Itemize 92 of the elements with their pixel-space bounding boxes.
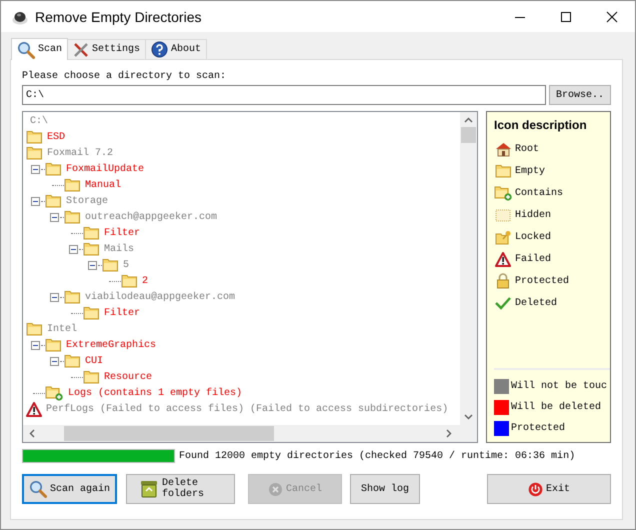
- scroll-up-icon[interactable]: [464, 117, 473, 123]
- key-folder-icon: [494, 230, 512, 244]
- tree-item[interactable]: 2: [142, 276, 148, 286]
- legend-label: Hidden: [515, 210, 552, 220]
- directory-field[interactable]: C:\: [22, 85, 546, 105]
- collapse-icon[interactable]: [88, 260, 97, 270]
- folder-icon: [83, 370, 100, 384]
- search-icon: [17, 40, 35, 58]
- legend-label: Locked: [515, 232, 552, 242]
- folder-icon: [64, 354, 81, 368]
- tab[interactable]: Settings: [67, 39, 146, 59]
- check-icon: [495, 296, 511, 310]
- collapse-icon[interactable]: [31, 164, 40, 174]
- browse-button[interactable]: Browse..: [549, 85, 611, 105]
- cancel-icon: [268, 482, 283, 496]
- legend-label: Protected: [515, 276, 570, 286]
- collapse-icon[interactable]: [50, 212, 59, 222]
- folder-icon: [45, 194, 62, 208]
- exit-button[interactable]: Exit: [487, 474, 611, 504]
- tab[interactable]: About: [145, 39, 208, 59]
- tree-item[interactable]: CUI: [85, 356, 104, 366]
- legend-label: Root: [515, 144, 540, 154]
- maximize-icon[interactable]: [560, 10, 572, 22]
- tree-item[interactable]: ESD: [47, 132, 66, 142]
- collapse-icon[interactable]: [69, 244, 78, 254]
- window-title: Remove Empty Directories: [35, 8, 202, 24]
- tree-item[interactable]: PerfLogs (Failed to access files) (Failed to access subdirectories): [46, 404, 448, 414]
- tree-item[interactable]: Resource: [104, 372, 152, 382]
- legend-label: Protected: [511, 423, 566, 434]
- scroll-thumb[interactable]: [461, 127, 476, 143]
- legend-label: Empty: [515, 166, 546, 176]
- house-icon: [494, 142, 512, 156]
- search-icon: [28, 480, 47, 498]
- legend-label: Deleted: [515, 298, 558, 308]
- tree-item[interactable]: outreach@appgeeker.com: [85, 212, 218, 222]
- tree-item[interactable]: FoxmailUpdate: [66, 164, 144, 174]
- power-icon: [528, 482, 543, 496]
- collapse-icon[interactable]: [31, 340, 40, 350]
- folder-icon: [83, 306, 100, 320]
- close-icon[interactable]: [606, 10, 618, 22]
- folder-plus-icon: [45, 385, 64, 401]
- legend-label: Will be deleted: [511, 402, 602, 413]
- scroll-left-icon[interactable]: [29, 429, 35, 438]
- collapse-icon[interactable]: [31, 196, 40, 206]
- warning-icon: [26, 402, 42, 416]
- tree-item[interactable]: Filter: [104, 228, 140, 238]
- folder-icon: [121, 274, 138, 288]
- tree-item[interactable]: Logs (contains 1 empty files): [68, 388, 242, 398]
- tree-item[interactable]: Filter: [104, 308, 140, 318]
- tab[interactable]: Scan: [11, 38, 68, 60]
- collapse-icon[interactable]: [50, 356, 59, 366]
- warning-icon: [495, 252, 511, 266]
- scroll-right-icon[interactable]: [446, 429, 452, 438]
- hidden-folder-icon: [495, 208, 511, 222]
- folder-icon: [102, 258, 119, 272]
- folder-plus-icon: [494, 185, 512, 201]
- folder-icon: [45, 338, 62, 352]
- scan-button[interactable]: Scan again: [22, 474, 117, 504]
- folder-icon: [26, 146, 43, 160]
- padlock-icon: [496, 273, 510, 289]
- folder-icon: [83, 226, 100, 240]
- tree-item[interactable]: viabilodeau@appgeeker.com: [85, 292, 236, 302]
- log-button[interactable]: Show log: [350, 474, 420, 504]
- scroll-thumb[interactable]: [64, 426, 274, 441]
- scroll-down-icon[interactable]: [464, 414, 473, 420]
- legend-label: Contains: [515, 188, 564, 198]
- collapse-icon[interactable]: [50, 292, 59, 302]
- tree-item[interactable]: Intel: [47, 324, 78, 334]
- folder-icon: [64, 290, 81, 304]
- folder-icon: [64, 178, 81, 192]
- tree-item[interactable]: Mails: [104, 244, 134, 254]
- tree-item[interactable]: Storage: [66, 196, 108, 206]
- legend-label: Will not be touc: [511, 381, 608, 392]
- legend-title: Icon description: [494, 118, 588, 132]
- folder-icon: [83, 242, 100, 256]
- folder-icon: [45, 162, 62, 176]
- tree-root[interactable]: C:\: [30, 116, 48, 126]
- folder-icon: [26, 130, 43, 144]
- status-text: Found 12000 empty directories (checked 79540 / runtime: 06:36 min): [179, 450, 576, 462]
- legend-label: Failed: [515, 254, 552, 264]
- tree-item[interactable]: Manual: [85, 180, 122, 190]
- bin-icon: [139, 479, 159, 499]
- tree-item[interactable]: ExtremeGraphics: [66, 340, 156, 350]
- vertical-scrollbar[interactable]: [460, 112, 477, 425]
- tree-item[interactable]: 5: [123, 260, 130, 270]
- folder-icon: [26, 322, 43, 336]
- folder-icon: [494, 164, 512, 178]
- folder-icon: [64, 210, 81, 224]
- tools-icon: [73, 42, 90, 58]
- directory-label: Please choose a directory to scan:: [22, 70, 228, 83]
- delete-button[interactable]: Delete folders: [126, 474, 235, 504]
- tree-item[interactable]: Foxmail 7.2: [47, 148, 114, 158]
